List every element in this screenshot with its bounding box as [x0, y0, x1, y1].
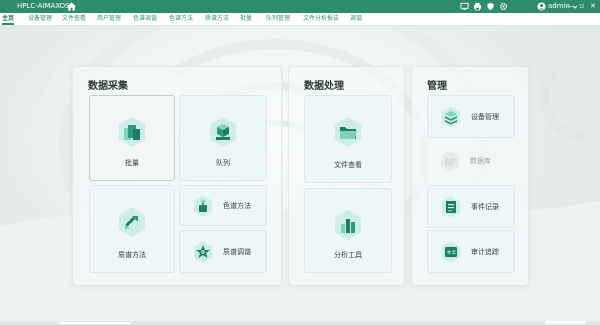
menu-item-tuning[interactable]: 调谐	[350, 13, 362, 25]
minimize-button[interactable]: —	[566, 0, 573, 13]
menu-item-file-report[interactable]: 文件分析报告	[303, 13, 339, 25]
card-lc-tuning[interactable]: 质谱调谐	[179, 230, 267, 273]
lc-tuning-icon	[194, 241, 212, 262]
card-analysis-tools[interactable]: 分析工具	[304, 188, 392, 273]
card-file-view-label: 文件查看	[334, 161, 362, 169]
card-analysis-tools-label: 分析工具	[334, 251, 362, 259]
audit-trail-icon	[442, 241, 460, 262]
menu-item-lc-method[interactable]: 色谱方法	[169, 13, 193, 25]
panel-title-management: 管理	[427, 81, 447, 92]
menu-item-batch[interactable]: 批量	[240, 13, 252, 25]
app-title: HPLC-AIMAXOS	[17, 2, 70, 10]
printer-icon[interactable]	[473, 2, 482, 11]
device-icon	[442, 106, 460, 127]
event-log-icon	[442, 196, 460, 217]
menu-item-queue-management[interactable]: 队列管理	[266, 13, 290, 25]
ms-method-icon	[119, 207, 145, 237]
card-ms-method[interactable]: 质谱方法	[89, 185, 175, 273]
card-batch[interactable]: 批量	[89, 95, 175, 181]
card-audit-trail[interactable]: 审计追踪	[427, 230, 515, 273]
toolbar-icons	[460, 1, 508, 12]
card-database-label: 数据库	[470, 156, 491, 165]
menu-item-user-management[interactable]: 用户管理	[97, 13, 121, 25]
close-button[interactable]: ✕	[590, 0, 596, 13]
window-controls: — ▫ ✕	[566, 0, 596, 13]
gear-icon[interactable]	[499, 2, 508, 11]
menu-item-file-view[interactable]: 文件查看	[62, 13, 86, 25]
menu-item-ms-method[interactable]: 质谱方法	[205, 13, 229, 25]
panel-title-processing: 数据处理	[304, 81, 344, 92]
card-ms-method-label: 质谱方法	[118, 251, 146, 259]
card-lc-method-label: 色谱方法	[223, 201, 251, 210]
card-lc-method[interactable]: 色谱方法	[179, 185, 267, 226]
card-queue-label: 队列	[216, 159, 230, 167]
panel-data-acquisition: 数据采集 批量 队列 质谱方法 色谱方法 质谱调谐	[72, 66, 282, 286]
card-queue[interactable]: 队列	[179, 95, 267, 181]
card-database: 数据库	[427, 141, 513, 180]
title-bar: HPLC-AIMAXOS admin — ▫ ✕	[0, 0, 600, 13]
card-event-log[interactable]: 事件记录	[427, 185, 515, 228]
card-device-management-label: 设备管理	[471, 112, 499, 121]
batch-icon	[119, 117, 145, 147]
bottom-strip	[0, 321, 600, 325]
queue-icon	[210, 117, 236, 147]
shield-icon[interactable]	[486, 2, 495, 11]
monitor-icon[interactable]	[460, 2, 469, 11]
home-icon[interactable]	[66, 1, 77, 12]
maximize-button[interactable]: ▫	[579, 0, 584, 13]
card-batch-label: 批量	[125, 159, 139, 167]
folder-icon	[335, 117, 361, 147]
user-avatar-icon	[537, 2, 546, 11]
menu-bar: 主页 设备管理 文件查看 用户管理 色谱调谐 色谱方法 质谱方法 批量 队列管理…	[0, 13, 600, 26]
card-device-management[interactable]: 设备管理	[427, 95, 515, 138]
card-audit-trail-label: 审计追踪	[471, 247, 499, 256]
card-event-log-label: 事件记录	[471, 202, 499, 211]
panel-management: 管理 设备管理 数据库 事件记录 审计追踪	[411, 66, 529, 286]
analysis-tools-icon	[335, 210, 361, 240]
card-file-view[interactable]: 文件查看	[304, 95, 392, 183]
menu-item-lc-tuning[interactable]: 色谱调谐	[133, 13, 157, 25]
menu-item-home[interactable]: 主页	[2, 13, 15, 25]
card-lc-tuning-label: 质谱调谐	[223, 247, 251, 256]
panel-title-acquisition: 数据采集	[88, 81, 128, 92]
menu-item-device-management[interactable]: 设备管理	[28, 13, 52, 25]
lc-method-icon	[194, 195, 212, 216]
panel-data-processing: 数据处理 文件查看 分析工具	[288, 66, 405, 286]
database-icon	[441, 150, 459, 171]
